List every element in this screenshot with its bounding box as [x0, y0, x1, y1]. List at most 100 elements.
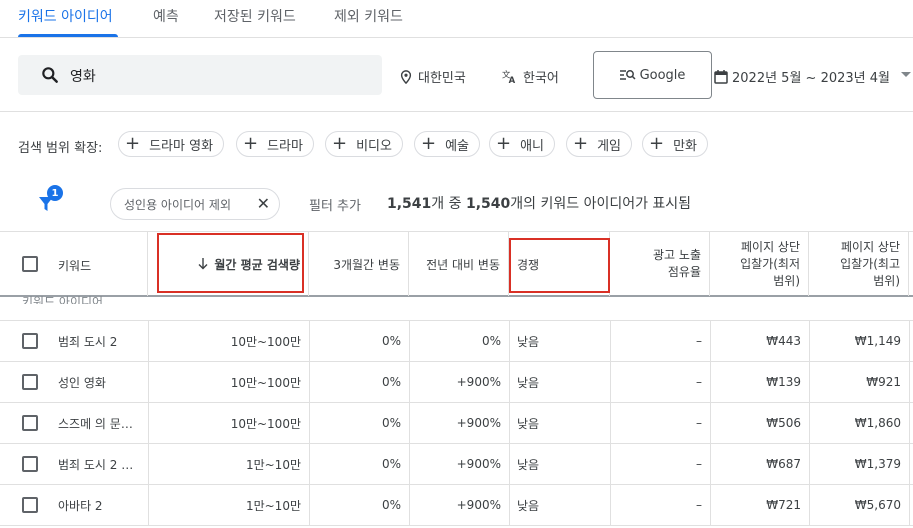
avg-searches-cell: 1만~10만: [245, 457, 301, 472]
broaden-chip[interactable]: + 드라마 영화: [118, 131, 225, 157]
summary-text: 개 중: [431, 196, 466, 212]
table-row[interactable]: 범죄 도시 2 10만~100만 0% 0% 낮음 – ₩443 ₩1,149: [0, 321, 913, 362]
row-checkbox[interactable]: [22, 456, 38, 472]
row-checkbox[interactable]: [22, 333, 38, 349]
yoy-cell: +900%: [456, 375, 501, 389]
broaden-chip[interactable]: + 드라마: [236, 131, 314, 157]
header-three-month-change[interactable]: 3개월간 변동: [309, 232, 409, 296]
tab-saved-keywords[interactable]: 저장된 키워드: [214, 6, 296, 26]
ad-share-cell: –: [696, 457, 702, 471]
table-row[interactable]: 스즈메 의 문… 10만~100만 0% +900% 낮음 – ₩506 ₩1,…: [0, 403, 913, 444]
header-ad-share[interactable]: 광고 노출 점유율: [610, 232, 710, 296]
search-network-label: Google: [639, 67, 686, 83]
header-yoy-change[interactable]: 전년 대비 변동: [409, 232, 509, 296]
table-row[interactable]: 아바타 2 1만~10만 0% +900% 낮음 – ₩721 ₩5,670: [0, 485, 913, 526]
chip-label: 예술: [445, 138, 470, 154]
add-filter-button[interactable]: 필터 추가: [309, 195, 361, 214]
table-row[interactable]: 성인 영화 10만~100만 0% +900% 낮음 – ₩139 ₩921: [0, 362, 913, 403]
three-month-cell: 0%: [381, 375, 401, 389]
plus-icon: +: [421, 133, 437, 154]
close-icon[interactable]: ✕: [257, 194, 270, 213]
three-month-cell: 0%: [381, 457, 401, 471]
bid-high-cell: ₩1,860: [854, 416, 901, 430]
yoy-cell: +900%: [456, 416, 501, 430]
summary-text: 개의 키워드 아이디어가 표시됨: [510, 196, 692, 212]
search-network-selector[interactable]: Google: [593, 51, 712, 99]
row-checkbox[interactable]: [22, 497, 38, 513]
ad-share-cell: –: [696, 334, 702, 348]
avg-searches-cell: 1만~10만: [245, 498, 301, 513]
search-network-icon: [619, 70, 636, 80]
header-ad-share-label: 광고 노출 점유율: [653, 248, 701, 279]
three-month-cell: 0%: [381, 498, 401, 512]
calendar-icon: [714, 69, 728, 84]
bid-high-cell: ₩5,670: [854, 498, 901, 512]
broaden-chip[interactable]: + 애니: [489, 131, 556, 157]
keyword-cell: 범죄 도시 2 …: [58, 457, 134, 472]
group-label: 키워드 아이디어: [22, 295, 104, 304]
chip-label: 드라마: [267, 138, 303, 154]
plus-icon: +: [332, 133, 348, 154]
highlight-box: [509, 238, 610, 293]
ad-share-cell: –: [696, 375, 702, 389]
tab-negative-keywords[interactable]: 제외 키워드: [334, 6, 403, 26]
chip-label: 드라마 영화: [149, 138, 214, 154]
date-range-selector[interactable]: 2022년 5월 ~ 2023년 4월: [714, 67, 890, 86]
divider: [909, 403, 910, 443]
location-selector[interactable]: 대한민국: [400, 67, 466, 86]
keyword-cell: 스즈메 의 문…: [58, 416, 133, 431]
header-bid-high[interactable]: 페이지 상단 입찰가(최고 범위): [809, 232, 909, 296]
competition-cell: 낮음: [517, 416, 540, 431]
plus-icon: +: [125, 133, 141, 154]
select-all-checkbox[interactable]: [22, 256, 38, 272]
plus-icon: +: [573, 133, 589, 154]
date-range-label: 2022년 5월 ~ 2023년 4월: [732, 71, 890, 86]
broaden-chip[interactable]: + 게임: [566, 131, 633, 157]
active-tab-indicator: [18, 34, 118, 37]
competition-cell: 낮음: [517, 334, 540, 349]
chip-label: 비디오: [356, 138, 392, 154]
exclude-chip-label: 성인용 아이디어 제외: [124, 197, 231, 212]
competition-cell: 낮음: [517, 457, 540, 472]
tab-keyword-ideas[interactable]: 키워드 아이디어: [18, 6, 113, 26]
search-input[interactable]: 영화: [70, 66, 96, 86]
bid-low-cell: ₩687: [766, 457, 801, 471]
filter-count-badge: 1: [47, 185, 63, 201]
plus-icon: +: [496, 133, 512, 154]
broaden-search-label: 검색 범위 확장:: [18, 141, 103, 156]
language-selector[interactable]: 文 A 한국어: [502, 67, 559, 86]
divider: [909, 321, 910, 361]
bid-low-cell: ₩139: [766, 375, 801, 389]
divider: [909, 444, 910, 484]
header-bid-high-label: 페이지 상단 입찰가(최고 범위): [840, 239, 900, 288]
broaden-chip[interactable]: + 비디오: [325, 131, 403, 157]
chip-label: 만화: [673, 138, 698, 154]
date-dropdown-arrow-icon[interactable]: [901, 72, 911, 77]
exclude-adult-chip[interactable]: 성인용 아이디어 제외 ✕: [110, 188, 280, 220]
keyword-cell: 아바타 2: [58, 498, 103, 513]
keyword-cell: 범죄 도시 2: [58, 334, 118, 349]
keyword-cell: 성인 영화: [58, 375, 106, 390]
yoy-cell: +900%: [456, 498, 501, 512]
header-keyword-cell: 키워드: [0, 232, 148, 296]
highlight-box: [157, 233, 304, 293]
tab-forecast[interactable]: 예측: [153, 6, 179, 26]
table-row[interactable]: 범죄 도시 2 … 1만~10만 0% +900% 낮음 – ₩687 ₩1,3…: [0, 444, 913, 485]
header-keyword[interactable]: 키워드: [58, 257, 91, 274]
avg-searches-cell: 10만~100만: [230, 416, 301, 431]
divider: [0, 111, 913, 112]
row-checkbox[interactable]: [22, 374, 38, 390]
keyword-search-box[interactable]: 영화: [18, 55, 382, 95]
chip-label: 게임: [597, 138, 622, 154]
bid-low-cell: ₩721: [766, 498, 801, 512]
results-summary: 1,541개 중 1,540개의 키워드 아이디어가 표시됨: [387, 193, 691, 213]
bid-high-cell: ₩1,379: [854, 457, 901, 471]
bid-high-cell: ₩921: [866, 375, 901, 389]
header-bid-low[interactable]: 페이지 상단 입찰가(최저 범위): [710, 232, 809, 296]
total-count: 1,541: [387, 196, 432, 212]
broaden-chip[interactable]: + 만화: [642, 131, 709, 157]
avg-searches-cell: 10만~100만: [230, 375, 301, 390]
row-checkbox[interactable]: [22, 415, 38, 431]
translate-icon: 文 A: [502, 69, 516, 84]
broaden-chip[interactable]: + 예술: [414, 131, 481, 157]
